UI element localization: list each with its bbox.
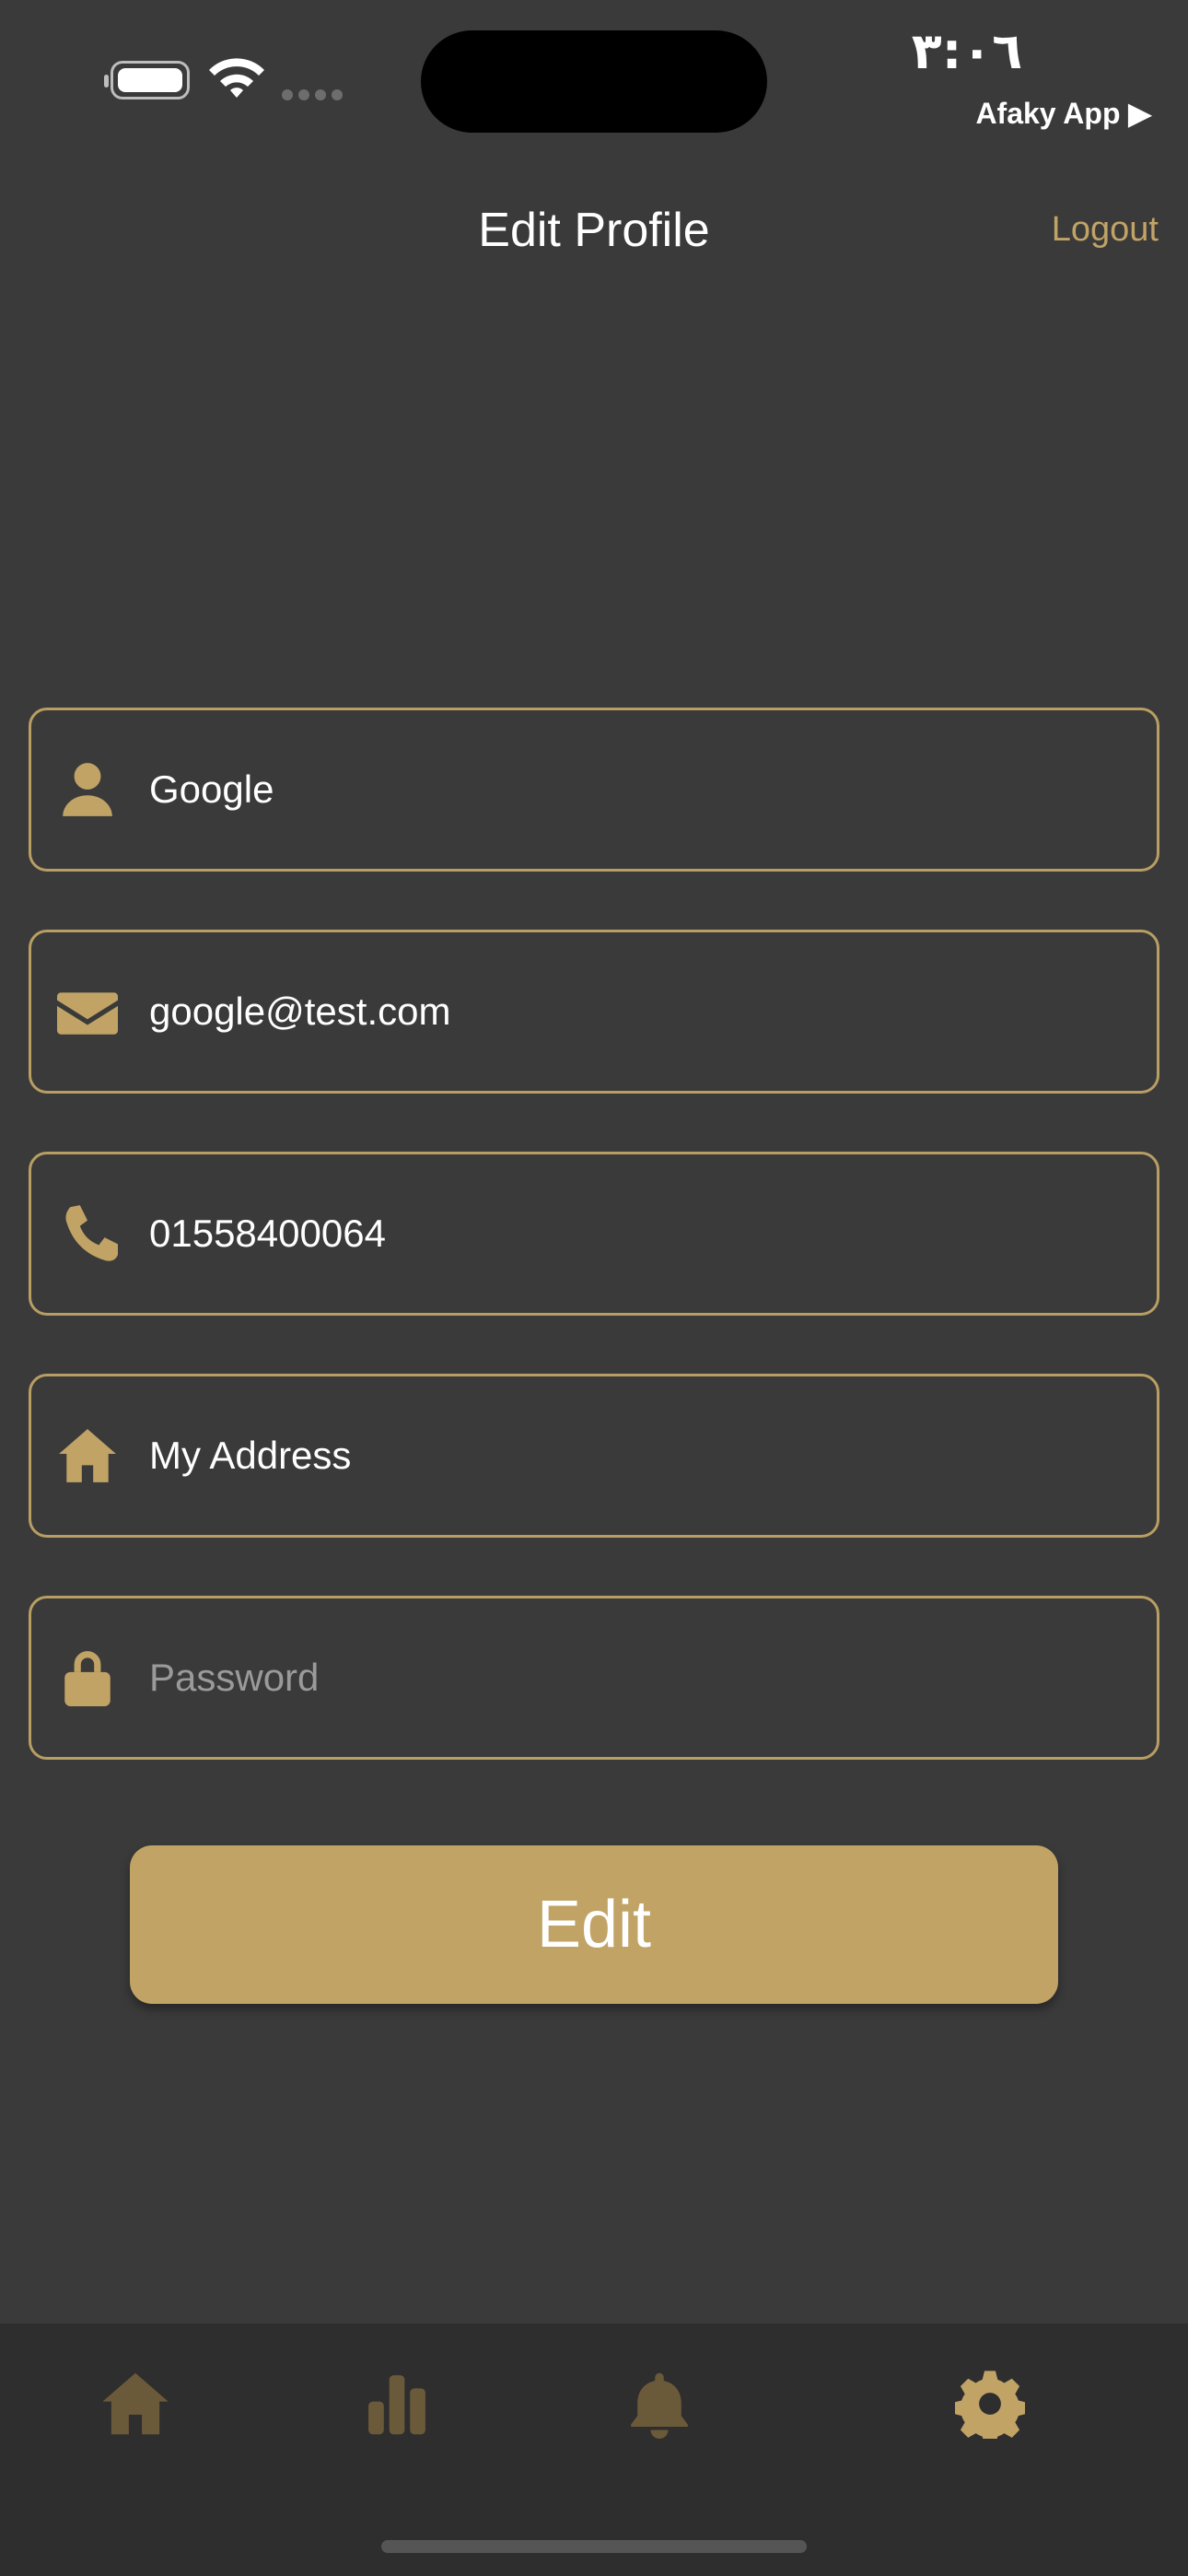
home-icon xyxy=(55,1423,120,1488)
password-input[interactable]: Password xyxy=(149,1656,1120,1700)
tab-notifications[interactable] xyxy=(618,2362,701,2445)
user-icon xyxy=(55,757,120,822)
lock-icon xyxy=(55,1645,120,1710)
edit-profile-screen: ٣:٠٦ Afaky App ▶ Edit Profile Logout Goo… xyxy=(0,0,1188,2576)
wifi-icon xyxy=(209,58,264,98)
battery-icon xyxy=(104,61,190,100)
header: Edit Profile Logout xyxy=(0,184,1188,286)
address-field[interactable]: My Address xyxy=(29,1374,1159,1538)
gear-icon xyxy=(955,2371,1025,2439)
bell-icon xyxy=(631,2372,688,2439)
back-to-app-link[interactable]: Afaky App ▶ xyxy=(975,96,1151,131)
home-indicator xyxy=(381,2540,807,2553)
page-title: Edit Profile xyxy=(478,204,710,257)
address-input[interactable]: My Address xyxy=(149,1434,1120,1478)
envelope-icon xyxy=(55,979,120,1044)
tab-bar xyxy=(0,2324,1188,2576)
phone-input[interactable]: 01558400064 xyxy=(149,1212,1120,1256)
name-field[interactable]: Google xyxy=(29,708,1159,872)
phone-field[interactable]: 01558400064 xyxy=(29,1152,1159,1316)
cellular-signal-icon xyxy=(282,87,348,104)
tab-settings[interactable] xyxy=(949,2362,1031,2445)
home-icon xyxy=(102,2372,169,2435)
edit-button[interactable]: Edit xyxy=(130,1845,1058,2004)
name-input[interactable]: Google xyxy=(149,767,1120,812)
tab-home[interactable] xyxy=(94,2362,177,2445)
status-bar: ٣:٠٦ Afaky App ▶ xyxy=(0,0,1188,147)
password-field[interactable]: Password xyxy=(29,1596,1159,1760)
logout-button[interactable]: Logout xyxy=(1052,210,1159,250)
email-input[interactable]: google@test.com xyxy=(149,989,1120,1034)
phone-icon xyxy=(55,1201,120,1266)
bar-chart-icon xyxy=(368,2375,425,2435)
tab-stats[interactable] xyxy=(355,2362,438,2445)
email-field[interactable]: google@test.com xyxy=(29,930,1159,1094)
dynamic-island xyxy=(421,30,767,133)
status-time: ٣:٠٦ xyxy=(911,22,1023,80)
